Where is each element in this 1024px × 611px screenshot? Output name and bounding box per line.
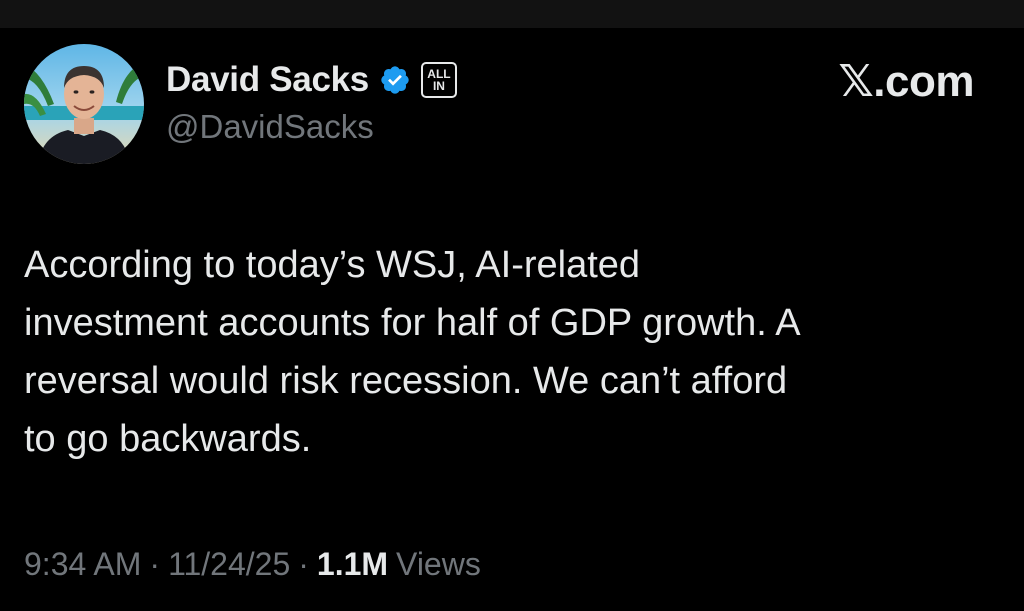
- x-logo-label: 𝕏.com: [838, 57, 974, 106]
- verified-badge-icon[interactable]: [379, 64, 411, 96]
- tweet-text: According to today’s WSJ, AI-related inv…: [24, 244, 801, 460]
- views-count[interactable]: 1.1M: [317, 546, 388, 583]
- meta-separator: ·: [298, 546, 309, 582]
- tweet-metadata: 9:34 AM · 11/24/25 · 1.1M Views: [24, 546, 481, 583]
- views-label: Views: [396, 546, 481, 582]
- meta-separator: ·: [149, 546, 161, 582]
- author-row: David Sacks ALL IN: [166, 57, 457, 103]
- tweet-date[interactable]: 11/24/25: [168, 546, 290, 583]
- author-display-name[interactable]: David Sacks: [166, 60, 369, 100]
- affiliation-badge-text: ALL IN: [427, 67, 451, 93]
- avatar-image: [24, 44, 144, 164]
- tweet-time[interactable]: 9:34 AM: [24, 546, 141, 583]
- author-handle[interactable]: @DavidSacks: [166, 108, 374, 146]
- avatar[interactable]: [24, 44, 144, 164]
- top-bar: [0, 0, 1024, 28]
- affiliation-badge[interactable]: ALL IN: [420, 62, 457, 98]
